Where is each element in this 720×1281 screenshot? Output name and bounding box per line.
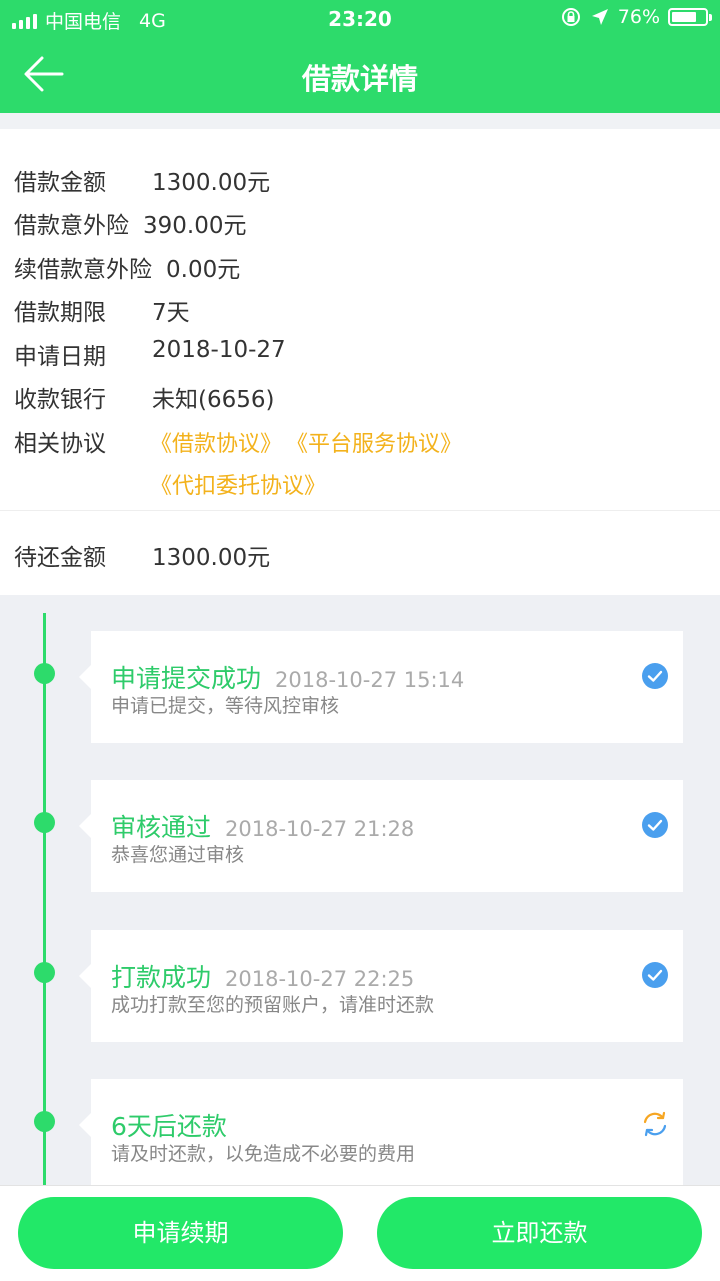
detail-row-insurance: 借款意外险 390.00元: [14, 206, 246, 240]
detail-label: 相关协议: [14, 431, 106, 457]
step-description: 请及时还款，以免造成不必要的费用: [111, 1143, 416, 1165]
step-title: 6天后还款: [111, 1112, 227, 1141]
loan-agreement-link[interactable]: 《借款协议》: [150, 426, 282, 458]
progress-timeline: 申请提交成功 2018-10-27 15:14 申请已提交，等待风控审核 审核通过…: [0, 595, 720, 1185]
auto-debit-agreement-link[interactable]: 《代扣委托协议》: [150, 468, 326, 500]
detail-label: 收款银行: [14, 387, 106, 413]
status-right: 76%: [560, 6, 712, 28]
renew-button[interactable]: 申请续期: [18, 1197, 343, 1269]
timeline-card-disbursed: 打款成功 2018-10-27 22:25 成功打款至您的预留账户，请准时还款: [79, 930, 683, 1042]
detail-label: 借款意外险: [14, 213, 129, 239]
step-description: 恭喜您通过审核: [111, 844, 245, 866]
refresh-icon: [643, 1111, 667, 1137]
check-circle-icon: [642, 812, 668, 838]
repay-now-button[interactable]: 立即还款: [377, 1197, 702, 1269]
detail-value: 2018-10-27: [152, 337, 286, 363]
step-datetime: 2018-10-27 15:14: [275, 668, 465, 692]
location-arrow-icon: [591, 9, 608, 25]
step-datetime: 2018-10-27 21:28: [225, 817, 415, 841]
app-header: 中国电信 4G 23:20 76% 借款详情: [0, 0, 720, 113]
battery-percent: 76%: [617, 6, 660, 28]
detail-row-bank: 收款银行 未知(6656): [14, 380, 274, 414]
pending-value: 1300.00元: [152, 545, 271, 571]
detail-label: 借款金额: [14, 170, 106, 196]
detail-value: 0.00元: [166, 257, 241, 283]
lock-rotation-icon: [561, 8, 580, 26]
step-datetime: 2018-10-27 22:25: [225, 967, 415, 991]
detail-row-amount: 借款金额 1300.00元: [14, 163, 270, 197]
step-title: 申请提交成功: [111, 664, 262, 693]
detail-label: 借款期限: [14, 300, 106, 326]
step-title: 审核通过: [111, 813, 212, 842]
detail-value: 未知(6656): [152, 387, 275, 413]
pending-label: 待还金额: [14, 545, 106, 571]
step-description: 成功打款至您的预留账户，请准时还款: [111, 994, 435, 1016]
divider: [0, 510, 720, 511]
check-circle-icon: [642, 663, 668, 689]
pending-amount-row: 待还金额 1300.00元: [14, 538, 270, 572]
step-description: 申请已提交，等待风控审核: [111, 695, 340, 717]
step-title: 打款成功: [111, 963, 212, 992]
timeline-dot: [34, 1111, 55, 1132]
timeline-card-approved: 审核通过 2018-10-27 21:28 恭喜您通过审核: [79, 780, 683, 892]
detail-row-date: 申请日期 2018-10-27: [14, 337, 286, 371]
header-gap: [0, 113, 720, 129]
step-title-row: 申请提交成功 2018-10-27 15:14: [111, 659, 464, 695]
step-title-row: 审核通过 2018-10-27 21:28: [111, 808, 414, 844]
detail-row-renew-insurance: 续借款意外险 0.00元: [14, 250, 240, 284]
status-bar: 中国电信 4G 23:20 76%: [0, 0, 720, 38]
timeline-dot: [34, 962, 55, 983]
detail-row-term: 借款期限 7天: [14, 293, 190, 327]
detail-value: 7天: [152, 300, 190, 326]
detail-label: 申请日期: [14, 344, 106, 370]
detail-row-agreements: 相关协议: [14, 424, 138, 458]
timeline-dot: [34, 812, 55, 833]
check-circle-icon: [642, 962, 668, 988]
timeline-line: [43, 613, 46, 1185]
battery-icon: [668, 8, 712, 26]
platform-service-agreement-link[interactable]: 《平台服务协议》: [286, 426, 462, 458]
detail-value: 1300.00元: [152, 170, 271, 196]
step-title-row: 6天后还款: [111, 1107, 227, 1143]
timeline-card-submitted: 申请提交成功 2018-10-27 15:14 申请已提交，等待风控审核: [79, 631, 683, 743]
timeline-card-repay-due: 6天后还款 请及时还款，以免造成不必要的费用: [79, 1079, 683, 1185]
detail-label: 续借款意外险: [14, 257, 152, 283]
page-title: 借款详情: [301, 62, 418, 96]
bottom-action-bar: 申请续期 立即还款: [0, 1185, 720, 1281]
timeline-dot: [34, 663, 55, 684]
step-title-row: 打款成功 2018-10-27 22:25: [111, 958, 414, 994]
detail-value: 390.00元: [143, 213, 247, 239]
